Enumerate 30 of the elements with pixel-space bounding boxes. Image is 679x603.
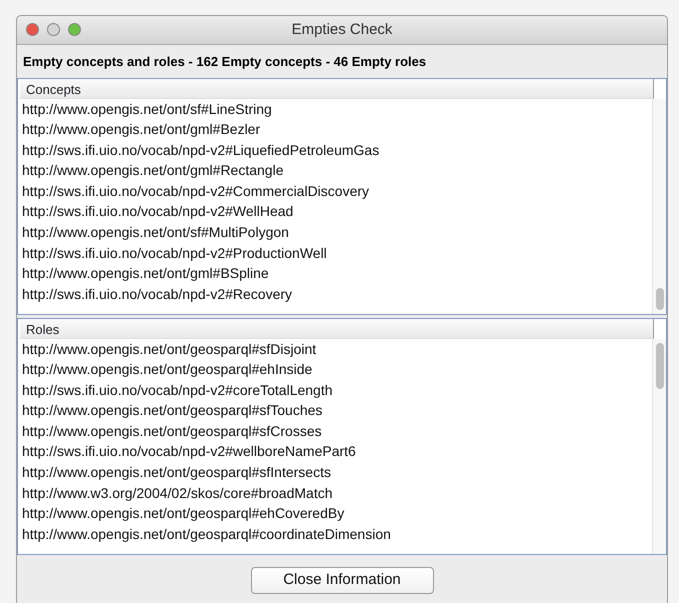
column-header[interactable]: Concepts [20,78,654,98]
list-item[interactable]: http://www.opengis.net/ont/geosparql#ehInside [22,359,652,380]
list-item[interactable]: http://www.opengis.net/ont/gml#BSpline [22,263,652,284]
list-item[interactable]: http://sws.ifi.uio.no/vocab/npd-v2#wellboreNamePart6 [22,441,652,462]
scrollbar[interactable] [652,98,666,314]
list-item[interactable]: http://www.opengis.net/ont/geosparql#coordinateDimension [22,524,652,544]
list-item[interactable]: http://www.opengis.net/ont/geosparql#sfDisjoint [22,338,652,360]
zoom-icon[interactable] [68,23,81,36]
list-item[interactable]: http://www.w3.org/2004/02/skos/core#broadMatch [22,482,652,504]
list-item[interactable]: http://sws.ifi.uio.no/vocab/npd-v2#Recovery [22,284,652,304]
minimize-icon[interactable] [47,23,60,36]
list-item[interactable]: http://www.opengis.net/ont/geosparql#sfIntersects [22,462,652,483]
list-item[interactable]: http://sws.ifi.uio.no/vocab/npd-v2#ProductionWell [22,242,652,264]
summary-text: Empty concepts and roles - 162 Empty concepts - 46 Empty roles [22,53,428,71]
list-item[interactable]: http://www.opengis.net/ont/geosparql#ehCoveredBy [22,503,652,524]
column-header[interactable]: Roles [20,318,654,338]
list-item[interactable]: http://www.opengis.net/ont/geosparql#sfCrosses [22,420,652,442]
list-item[interactable]: http://www.opengis.net/ont/gml#Bezler [22,119,652,140]
list-item[interactable]: http://sws.ifi.uio.no/vocab/npd-v2#coreTotalLength [22,380,652,400]
close-information-button[interactable]: Close Information [250,566,434,594]
window-title: Empties Check [292,20,392,40]
list-item[interactable]: http://www.opengis.net/ont/sf#LineString [22,98,652,120]
list-item[interactable]: http://sws.ifi.uio.no/vocab/npd-v2#LiquefiedPetroleumGas [22,140,652,160]
list-item[interactable]: http://www.opengis.net/ont/sf#MultiPolygon [22,222,652,243]
list-item[interactable]: http://sws.ifi.uio.no/vocab/npd-v2#CommercialDiscovery [22,180,652,202]
scrollbar[interactable] [652,338,666,554]
close-icon[interactable] [26,23,39,36]
list-item[interactable]: http://www.opengis.net/ont/geosparql#sfTouches [22,400,652,421]
list-item[interactable]: http://www.opengis.net/ont/gml#Rectangle [22,160,652,181]
list-item[interactable]: http://sws.ifi.uio.no/vocab/npd-v2#WellHead [22,201,652,222]
